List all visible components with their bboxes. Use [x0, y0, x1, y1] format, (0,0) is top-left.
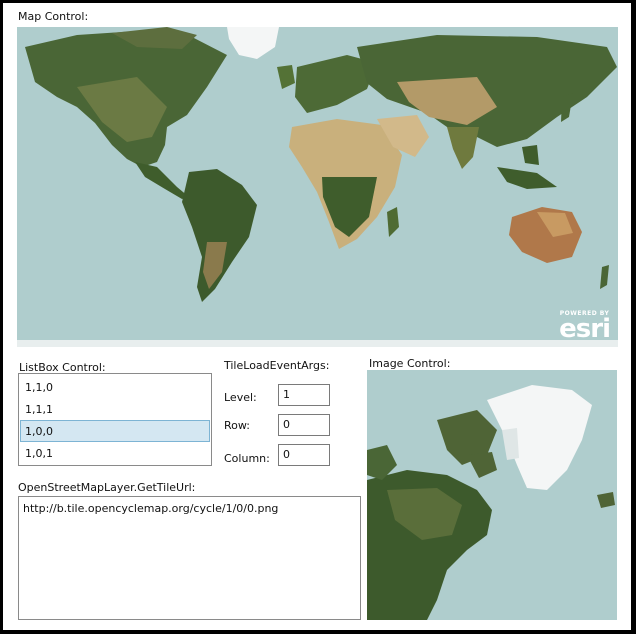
level-field[interactable]: 1: [278, 384, 330, 406]
column-label: Column:: [224, 452, 270, 465]
list-item-selected[interactable]: 1,0,0: [20, 420, 210, 442]
esri-wordmark: esri: [559, 314, 611, 344]
map-control[interactable]: POWERED BY esri: [17, 27, 618, 347]
image-control: [367, 370, 617, 620]
tile-image: [367, 370, 617, 620]
esri-logo: POWERED BY esri: [559, 310, 611, 344]
list-item[interactable]: 1,1,1: [20, 398, 210, 420]
tile-listbox[interactable]: 1,1,0 1,1,1 1,0,0 1,0,1: [18, 373, 212, 466]
get-tile-url-label: OpenStreetMapLayer.GetTileUrl:: [18, 481, 196, 494]
tile-args-label: TileLoadEventArgs:: [224, 359, 330, 372]
image-control-label: Image Control:: [369, 357, 451, 370]
level-label: Level:: [224, 391, 257, 404]
row-label: Row:: [224, 419, 250, 432]
tile-url-textbox[interactable]: http://b.tile.opencyclemap.org/cycle/1/0…: [18, 496, 361, 620]
list-item[interactable]: 1,1,0: [20, 376, 210, 398]
row-field[interactable]: 0: [278, 414, 330, 436]
world-map: [17, 27, 618, 347]
column-field[interactable]: 0: [278, 444, 330, 466]
map-control-label: Map Control:: [18, 10, 89, 23]
app-window: Map Control: POWERED BY esri ListBox Con…: [3, 3, 631, 630]
list-item[interactable]: 1,0,1: [20, 442, 210, 464]
